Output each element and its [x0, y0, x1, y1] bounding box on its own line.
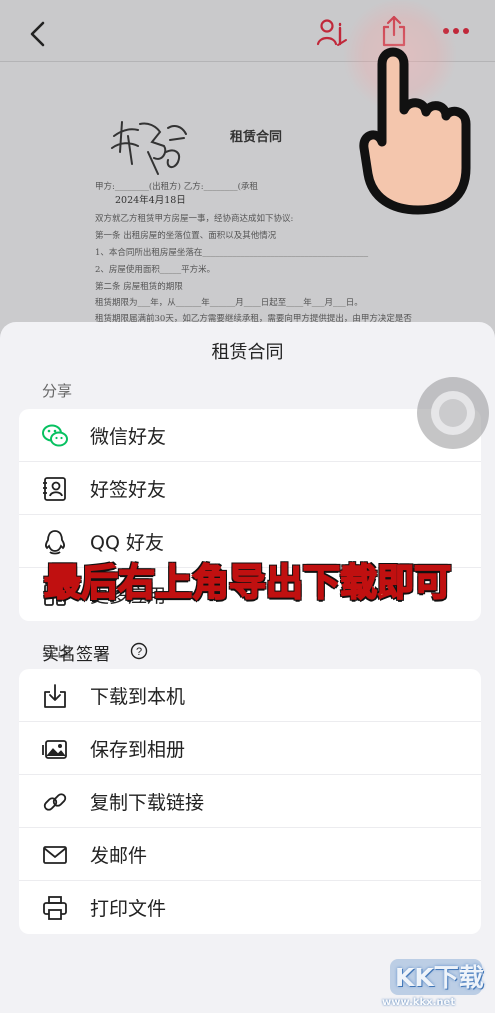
wechat-icon: [42, 424, 68, 447]
watermark-brand: KK下载: [395, 963, 484, 992]
export-item-download[interactable]: 下载到本机: [19, 669, 481, 722]
download-icon: [44, 684, 66, 708]
sheet-title: 租赁合同: [211, 342, 284, 363]
contact-card-icon: [43, 477, 66, 501]
share-item-label: 好签好友: [90, 478, 167, 501]
share-item-wechat[interactable]: 微信好友: [19, 409, 481, 462]
export-item-save-album[interactable]: 保存到相册: [19, 722, 481, 775]
printer-icon: [43, 896, 67, 920]
watermark-url: www.kkx.net: [382, 997, 456, 1008]
link-icon: [43, 793, 67, 811]
doc-line: 甲方:________(出租方) 乙方:________(承租: [95, 182, 258, 192]
export-item-copy-link[interactable]: 复制下载链接: [19, 775, 481, 828]
export-item-label: 保存到相册: [90, 738, 186, 761]
tutorial-caption: 最后右上角导出下载即可: [43, 560, 452, 605]
share-section-label: 分享: [42, 382, 73, 400]
doc-line: 2、房屋使用面积_____平方米。: [95, 265, 216, 275]
album-icon: [42, 740, 67, 759]
export-item-email[interactable]: 发邮件: [19, 828, 481, 881]
handwritten-signature: [111, 121, 187, 175]
back-chevron-icon[interactable]: [26, 20, 50, 48]
export-item-label: 打印文件: [90, 898, 167, 920]
export-card: 下载到本机 保存到相册 复制下载链接 发邮件 打印文件: [19, 669, 481, 934]
help-icon[interactable]: ?: [130, 642, 148, 660]
share-item-haoqian[interactable]: 好签好友: [19, 462, 481, 515]
doc-line: 第一条 出租房屋的坐落位置、面积以及其他情况: [95, 231, 277, 241]
realname-sign-label: 实名签署: [42, 645, 110, 665]
doc-date: 2024年4月18日: [115, 195, 186, 206]
doc-line: 双方就乙方租赁甲方房屋一事，经协商达成如下协议:: [95, 214, 294, 224]
document-title: 租赁合同: [230, 130, 283, 145]
export-item-label: 发邮件: [90, 844, 148, 867]
export-item-label: 复制下载链接: [90, 791, 205, 814]
svg-text:?: ?: [136, 646, 142, 658]
doc-line: 1、本合同所出租房屋坐落在___________________________…: [95, 248, 369, 258]
export-item-print[interactable]: 打印文件: [19, 881, 481, 934]
share-item-label: 微信好友: [90, 425, 167, 448]
assistive-touch-button[interactable]: [417, 377, 489, 449]
export-item-label: 下载到本机: [90, 685, 186, 708]
pointing-hand-icon: [359, 47, 471, 215]
share-item-label: QQ 好友: [90, 531, 164, 554]
doc-line: 第二条 房屋租赁的期限: [95, 282, 183, 292]
doc-line: 租赁期限为___年，从______年______月____日起至____年___…: [95, 298, 363, 308]
mail-icon: [43, 846, 67, 864]
